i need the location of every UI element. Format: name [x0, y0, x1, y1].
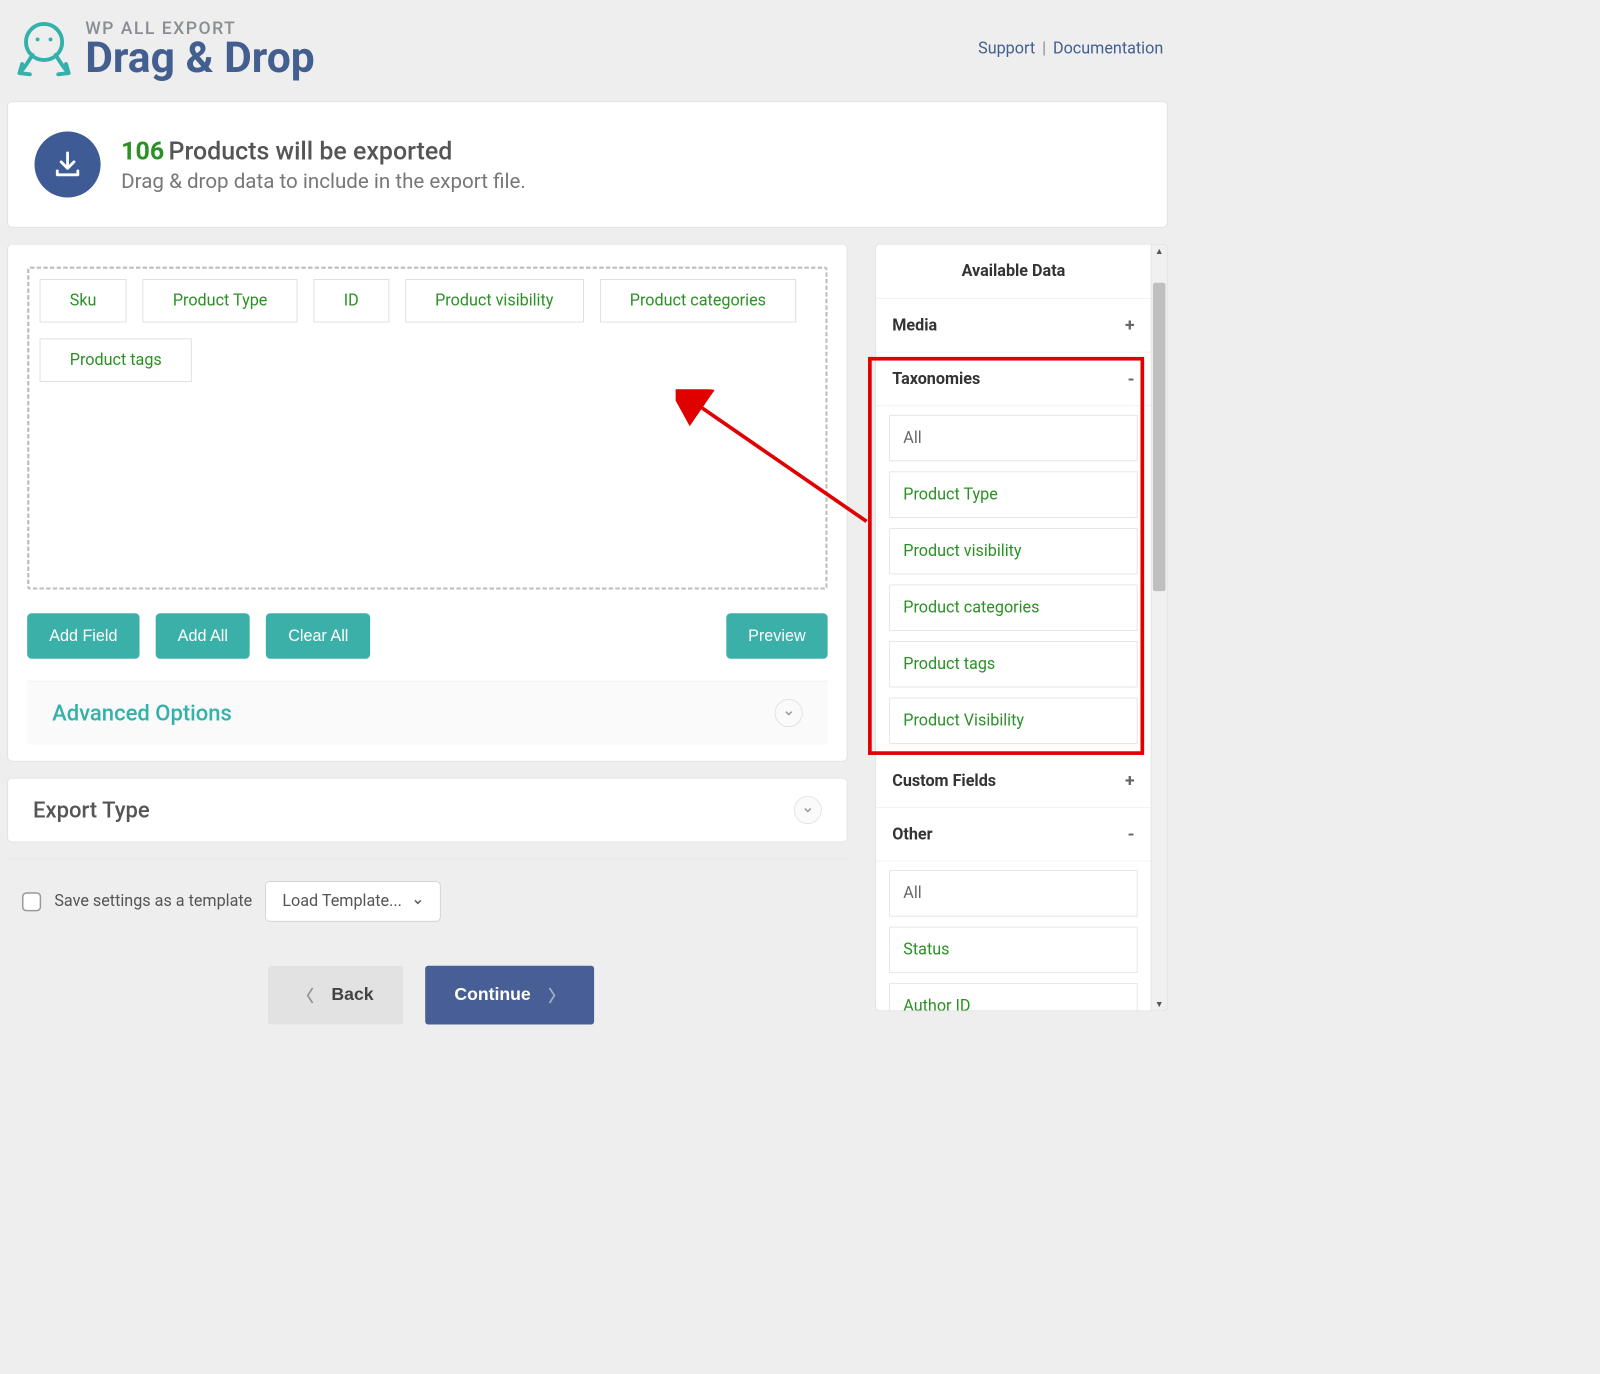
preview-button[interactable]: Preview	[726, 613, 828, 659]
footer-area: Save settings as a template Load Templat…	[7, 858, 847, 1024]
chevron-left-icon: 〈	[298, 983, 314, 1007]
page-title: Drag & Drop	[85, 37, 315, 80]
app-logo-icon	[12, 16, 77, 81]
add-field-button[interactable]: Add Field	[27, 613, 139, 659]
data-item[interactable]: Product tags	[889, 641, 1137, 687]
scroll-up-icon: ▲	[1152, 246, 1167, 256]
clear-all-button[interactable]: Clear All	[266, 613, 370, 659]
sidebar-section-custom-fields[interactable]: Custom Fields+	[876, 754, 1151, 808]
documentation-link[interactable]: Documentation	[1053, 39, 1163, 57]
load-template-dropdown[interactable]: Load Template...	[265, 881, 440, 921]
data-item[interactable]: Author ID	[889, 983, 1137, 1010]
data-item[interactable]: All	[889, 870, 1137, 916]
sidebar-title: Available Data	[876, 245, 1151, 299]
field-chip[interactable]: Product visibility	[405, 279, 584, 322]
chevron-down-icon	[775, 699, 803, 727]
data-item[interactable]: Product Visibility	[889, 698, 1137, 744]
save-template-label: Save settings as a template	[54, 892, 252, 910]
export-type-panel[interactable]: Export Type	[7, 778, 847, 843]
sidebar-section-other[interactable]: Other-	[876, 808, 1151, 862]
minus-icon: -	[1128, 824, 1135, 845]
chevron-right-icon: 〉	[548, 983, 564, 1007]
download-icon	[35, 131, 101, 197]
advanced-options-panel[interactable]: Advanced Options	[27, 681, 827, 745]
support-link[interactable]: Support	[978, 39, 1035, 57]
top-links: Support | Documentation	[978, 39, 1163, 57]
taxonomies-body: All Product Type Product visibility Prod…	[876, 406, 1151, 744]
sidebar-scrollbar[interactable]: ▲ ▼	[1152, 244, 1168, 1011]
chevron-down-icon	[794, 796, 822, 824]
data-item[interactable]: Product Type	[889, 471, 1137, 517]
field-builder-card: Sku Product Type ID Product visibility P…	[7, 244, 847, 762]
data-item[interactable]: Product categories	[889, 585, 1137, 631]
export-count-title: 106Products will be exported	[121, 136, 526, 165]
data-item[interactable]: Product visibility	[889, 528, 1137, 574]
back-button[interactable]: 〈 Back	[268, 966, 403, 1025]
export-summary-card: 106Products will be exported Drag & drop…	[7, 101, 1167, 227]
export-type-label: Export Type	[33, 797, 150, 823]
sidebar-section-taxonomies[interactable]: Taxonomies-	[876, 353, 1151, 407]
sidebar-section-media[interactable]: Media+	[876, 299, 1151, 353]
data-item[interactable]: Status	[889, 927, 1137, 973]
advanced-options-label: Advanced Options	[52, 700, 232, 726]
minus-icon: -	[1128, 369, 1135, 390]
export-subtitle: Drag & drop data to include in the expor…	[121, 169, 526, 193]
field-chip[interactable]: Sku	[40, 279, 127, 322]
field-chip[interactable]: ID	[314, 279, 389, 322]
field-chip[interactable]: Product categories	[600, 279, 796, 322]
field-chip[interactable]: Product Type	[143, 279, 298, 322]
add-all-button[interactable]: Add All	[156, 613, 250, 659]
drop-zone[interactable]: Sku Product Type ID Product visibility P…	[27, 267, 827, 590]
save-template-checkbox[interactable]	[22, 892, 41, 911]
chevron-down-icon	[412, 896, 424, 908]
scroll-thumb[interactable]	[1153, 283, 1165, 591]
plus-icon: +	[1125, 770, 1135, 791]
continue-button[interactable]: Continue 〉	[425, 966, 594, 1025]
link-separator: |	[1042, 39, 1046, 57]
data-item[interactable]: All	[889, 415, 1137, 461]
available-data-sidebar: Available Data Media+ Taxonomies- All Pr…	[875, 244, 1151, 1011]
other-body: All Status Author ID	[876, 861, 1151, 1010]
field-chip[interactable]: Product tags	[40, 339, 192, 382]
scroll-down-icon: ▼	[1152, 999, 1167, 1009]
plus-icon: +	[1125, 315, 1135, 336]
